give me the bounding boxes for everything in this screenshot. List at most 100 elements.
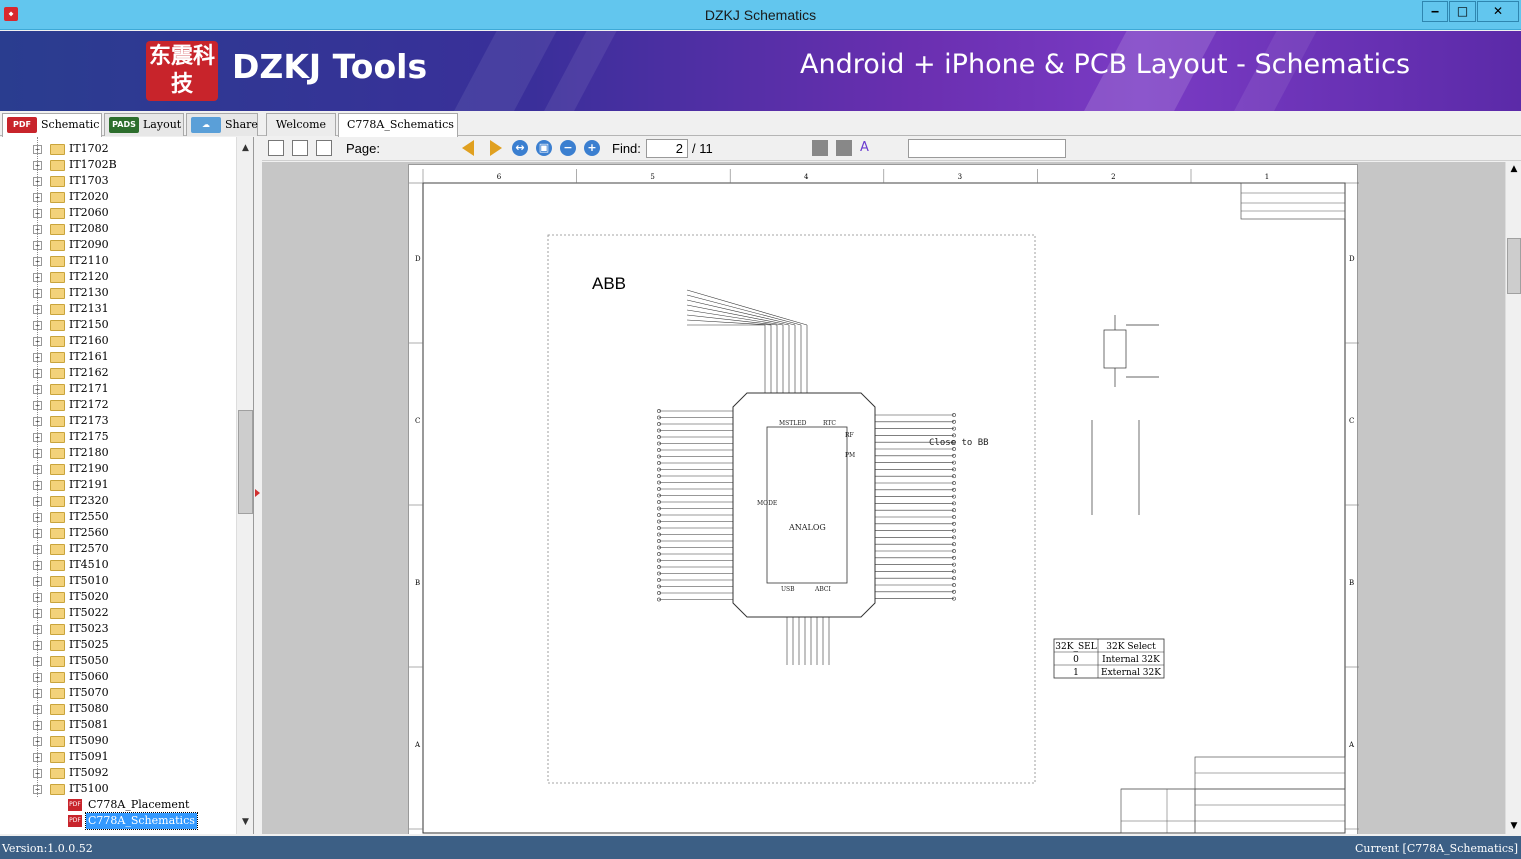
tree-folder[interactable]: + IT2080 bbox=[0, 221, 236, 237]
folder-label: IT5070 bbox=[69, 686, 109, 699]
scroll-thumb[interactable] bbox=[1507, 238, 1521, 294]
file-label: C778A_Schematics bbox=[85, 812, 198, 830]
tree-folder[interactable]: + IT2550 bbox=[0, 509, 236, 525]
scroll-up-icon[interactable]: ▲ bbox=[238, 141, 253, 156]
find-next-icon[interactable] bbox=[836, 140, 852, 156]
tab-label: Schematic bbox=[41, 118, 100, 131]
scroll-down-icon[interactable]: ▼ bbox=[1506, 819, 1521, 834]
tree-folder[interactable]: + IT2131 bbox=[0, 301, 236, 317]
tree-folder[interactable]: + IT5050 bbox=[0, 653, 236, 669]
tree-folder[interactable]: + IT5090 bbox=[0, 733, 236, 749]
panel-splitter[interactable] bbox=[254, 137, 262, 834]
tree-folder[interactable]: + IT5022 bbox=[0, 605, 236, 621]
scroll-thumb[interactable] bbox=[238, 410, 253, 514]
scroll-down-icon[interactable]: ▼ bbox=[238, 815, 253, 830]
folder-label: IT5081 bbox=[69, 718, 109, 731]
tree-folder[interactable]: + IT2110 bbox=[0, 253, 236, 269]
folder-icon bbox=[50, 656, 65, 667]
folder-icon bbox=[50, 336, 65, 347]
tree-file[interactable]: PDF C778A_Placement bbox=[0, 797, 236, 813]
single-page-icon[interactable] bbox=[268, 140, 284, 156]
tree-folder[interactable]: + IT2560 bbox=[0, 525, 236, 541]
scroll-up-icon[interactable]: ▲ bbox=[1506, 162, 1521, 177]
folder-label: IT2120 bbox=[69, 270, 109, 283]
tab-share[interactable]: ☁ Share bbox=[186, 113, 258, 136]
current-file-text: Current [C778A_Schematics] bbox=[1355, 842, 1518, 855]
folder-icon bbox=[50, 208, 65, 219]
folder-icon bbox=[50, 400, 65, 411]
folder-icon bbox=[50, 384, 65, 395]
tab-schematic[interactable]: PDF Schematic bbox=[2, 113, 102, 137]
tree-folder[interactable]: + IT5060 bbox=[0, 669, 236, 685]
continuous-page-icon[interactable] bbox=[316, 140, 332, 156]
tree-folder[interactable]: + IT5023 bbox=[0, 621, 236, 637]
tree-folder[interactable]: + IT2175 bbox=[0, 429, 236, 445]
find-input[interactable] bbox=[908, 139, 1066, 158]
tab-layout[interactable]: PADS Layout bbox=[104, 113, 184, 136]
tree-folder[interactable]: + IT2150 bbox=[0, 317, 236, 333]
tree-folder[interactable]: + IT2172 bbox=[0, 397, 236, 413]
border-letter: D bbox=[415, 255, 421, 263]
tab-label: C778A_Schematics bbox=[347, 118, 454, 131]
tree-folder[interactable]: + IT2171 bbox=[0, 381, 236, 397]
tree-folder[interactable]: + IT5081 bbox=[0, 717, 236, 733]
tree-folder[interactable]: + IT2190 bbox=[0, 461, 236, 477]
tab-welcome[interactable]: Welcome bbox=[266, 113, 336, 136]
chip-section-label: USB bbox=[781, 586, 795, 593]
viewer-scrollbar[interactable]: ▲ ▼ bbox=[1505, 162, 1521, 834]
fit-width-icon[interactable]: ↔ bbox=[512, 140, 528, 156]
tree-folder[interactable]: + IT4510 bbox=[0, 557, 236, 573]
tree-folder[interactable]: + IT2060 bbox=[0, 205, 236, 221]
fit-page-icon[interactable]: ▣ bbox=[536, 140, 552, 156]
tree-folder[interactable]: + IT2090 bbox=[0, 237, 236, 253]
zoom-in-icon[interactable]: + bbox=[584, 140, 600, 156]
two-page-icon[interactable] bbox=[292, 140, 308, 156]
tree-folder[interactable]: + IT5020 bbox=[0, 589, 236, 605]
note-close-to-bb: Close to BB bbox=[929, 438, 989, 448]
tree-folder[interactable]: + IT2130 bbox=[0, 285, 236, 301]
tree-folder[interactable]: + IT2161 bbox=[0, 349, 236, 365]
border-letter: C bbox=[1349, 417, 1354, 425]
tree-folder[interactable]: + IT2020 bbox=[0, 189, 236, 205]
tree-folder[interactable]: − IT5100 bbox=[0, 781, 236, 797]
folder-icon bbox=[50, 176, 65, 187]
tree-folder[interactable]: + IT5091 bbox=[0, 749, 236, 765]
minimize-button[interactable]: ‒ bbox=[1422, 1, 1448, 22]
match-case-icon[interactable]: A bbox=[860, 140, 876, 156]
table-cell: 1 bbox=[1073, 668, 1079, 678]
tree-folder[interactable]: + IT1703 bbox=[0, 173, 236, 189]
tree-folder[interactable]: + IT2160 bbox=[0, 333, 236, 349]
block-title: ABB bbox=[592, 274, 626, 293]
page-number-input[interactable] bbox=[646, 139, 688, 158]
folder-icon bbox=[50, 592, 65, 603]
collapse-arrow-icon[interactable] bbox=[255, 489, 260, 497]
folder-label: IT1702B bbox=[69, 158, 117, 171]
tree-folder[interactable]: + IT1702B bbox=[0, 157, 236, 173]
find-prev-icon[interactable] bbox=[812, 140, 828, 156]
close-button[interactable]: ✕ bbox=[1477, 1, 1519, 22]
tree-folder[interactable]: + IT2320 bbox=[0, 493, 236, 509]
tree-folder[interactable]: + IT2173 bbox=[0, 413, 236, 429]
tree-folder[interactable]: + IT5070 bbox=[0, 685, 236, 701]
tree-folder[interactable]: + IT2120 bbox=[0, 269, 236, 285]
tree-folder[interactable]: + IT1702 bbox=[0, 141, 236, 157]
zoom-out-icon[interactable]: − bbox=[560, 140, 576, 156]
cloud-icon: ☁ bbox=[191, 117, 221, 133]
document-viewer[interactable]: 6 5 4 3 2 1 D D C C B B A A ABB MSTLED RTC RF PM MODE USB… bbox=[262, 162, 1505, 834]
tree-scrollbar[interactable]: ▲ ▼ bbox=[236, 137, 253, 834]
tree-folder[interactable]: + IT5010 bbox=[0, 573, 236, 589]
tree-folder[interactable]: + IT5092 bbox=[0, 765, 236, 781]
tree-folder[interactable]: + IT2180 bbox=[0, 445, 236, 461]
tree-file[interactable]: PDF C778A_Schematics bbox=[0, 812, 236, 830]
tree-folder[interactable]: + IT2162 bbox=[0, 365, 236, 381]
tab-c778a-schematics[interactable]: C778A_Schematics✕ bbox=[338, 113, 458, 152]
tree-folder[interactable]: + IT2570 bbox=[0, 541, 236, 557]
tree-folder[interactable]: + IT5025 bbox=[0, 637, 236, 653]
folder-label: IT2060 bbox=[69, 206, 109, 219]
tree-folder[interactable]: + IT2191 bbox=[0, 477, 236, 493]
prev-page-icon[interactable] bbox=[462, 140, 474, 156]
maximize-button[interactable]: □ bbox=[1449, 1, 1476, 22]
tree-folder[interactable]: + IT5080 bbox=[0, 701, 236, 717]
next-page-icon[interactable] bbox=[490, 140, 502, 156]
folder-label: IT2090 bbox=[69, 238, 109, 251]
